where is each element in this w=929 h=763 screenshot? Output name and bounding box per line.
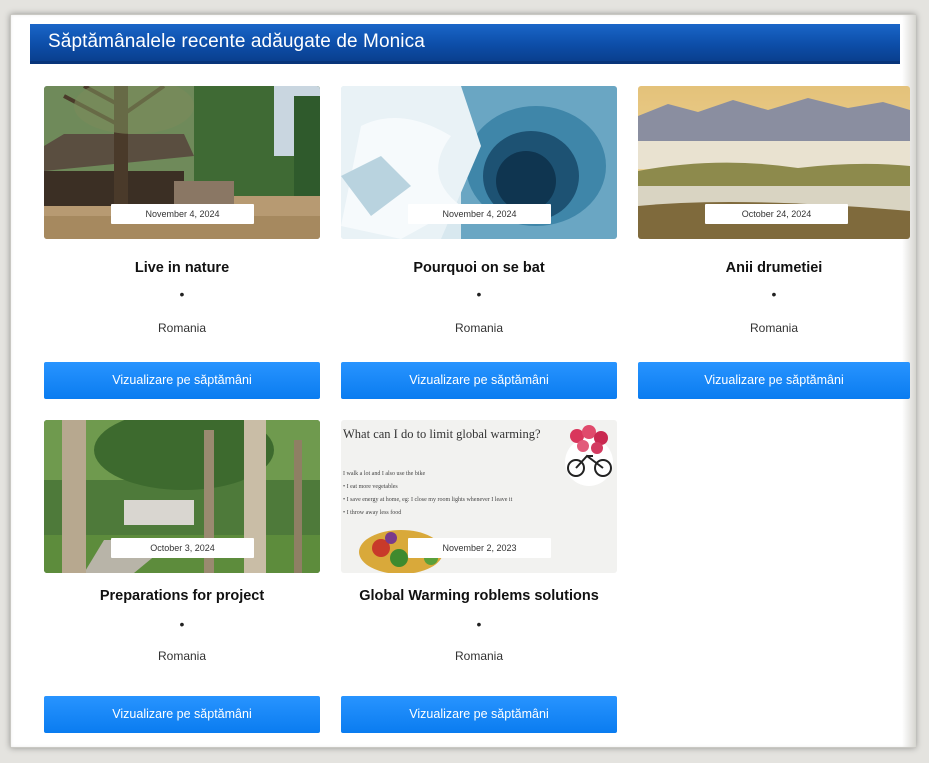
card-separator-dot: • <box>771 286 777 302</box>
card-country: Romania <box>454 649 504 663</box>
date-badge: October 3, 2024 <box>111 538 254 558</box>
poster-line: • I eat more vegetables <box>343 484 398 490</box>
card-thumbnail-forest-barn[interactable]: November 4, 2024 <box>44 86 320 239</box>
card-title[interactable]: Live in nature <box>44 260 320 276</box>
card-separator-dot: • <box>179 616 185 632</box>
card-country: Romania <box>157 321 207 335</box>
section-title: Săptămânalele recente adăugate de Monica <box>48 31 425 52</box>
card-thumbnail-mountain-fog[interactable]: October 24, 2024 <box>638 86 910 239</box>
date-badge: November 4, 2024 <box>111 204 254 224</box>
poster-heading: What can I do to limit global warming? <box>343 427 541 441</box>
poster-line: • I save energy at home, eg: I close my … <box>343 497 513 503</box>
view-by-weeks-button[interactable]: Vizualizare pe săptămâni <box>341 696 617 733</box>
card-separator-dot: • <box>476 616 482 632</box>
week-card: November 4, 2024 Pourquoi on se bat • Ro… <box>341 86 617 399</box>
week-card: November 4, 2024 Live in nature • Romani… <box>44 86 320 399</box>
week-card: What can I do to limit global warming? I… <box>341 420 617 733</box>
card-title[interactable]: Pourquoi on se bat <box>341 260 617 276</box>
view-by-weeks-button[interactable]: Vizualizare pe săptămâni <box>341 362 617 399</box>
card-country: Romania <box>749 321 799 335</box>
card-country: Romania <box>454 321 504 335</box>
card-thumbnail-global-warming-poster[interactable]: What can I do to limit global warming? I… <box>341 420 617 573</box>
poster-line: I walk a lot and I also use the bike <box>343 471 426 477</box>
date-badge: November 4, 2024 <box>408 204 551 224</box>
date-badge: November 2, 2023 <box>408 538 551 558</box>
view-by-weeks-button[interactable]: Vizualizare pe săptămâni <box>638 362 910 399</box>
card-title[interactable]: Anii drumetiei <box>638 260 910 276</box>
card-title[interactable]: Preparations for project <box>44 588 320 604</box>
card-separator-dot: • <box>476 286 482 302</box>
card-title[interactable]: Global Warming roblems solutions <box>341 588 617 604</box>
poster-line: • I throw away less food <box>343 510 402 516</box>
week-card: October 3, 2024 Preparations for project… <box>44 420 320 733</box>
card-thumbnail-tree-park[interactable]: October 3, 2024 <box>44 420 320 573</box>
week-card: October 24, 2024 Anii drumetiei • Romani… <box>638 86 910 399</box>
card-country: Romania <box>157 649 207 663</box>
view-by-weeks-button[interactable]: Vizualizare pe săptămâni <box>44 362 320 399</box>
card-separator-dot: • <box>179 286 185 302</box>
view-by-weeks-button[interactable]: Vizualizare pe săptămâni <box>44 696 320 733</box>
date-badge: October 24, 2024 <box>705 204 848 224</box>
card-thumbnail-ice-hole[interactable]: November 4, 2024 <box>341 86 617 239</box>
section-header: Săptămânalele recente adăugate de Monica <box>30 24 900 64</box>
